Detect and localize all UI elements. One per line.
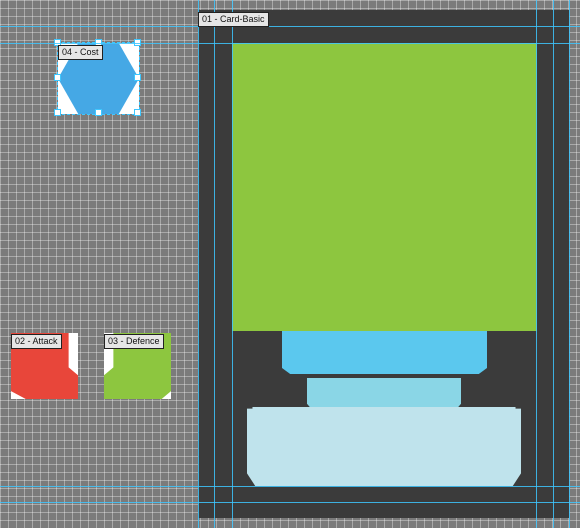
layer-label-cost[interactable]: 04 - Cost bbox=[58, 45, 103, 60]
resize-handle-top-right[interactable] bbox=[134, 39, 141, 46]
resize-handle-left[interactable] bbox=[54, 74, 61, 81]
card-type-bar[interactable] bbox=[307, 378, 461, 411]
layer-label-attack[interactable]: 02 - Attack bbox=[11, 334, 62, 349]
resize-handle-right[interactable] bbox=[134, 74, 141, 81]
attack-notch bbox=[69, 333, 78, 365]
card-name-bar[interactable] bbox=[282, 331, 487, 374]
layer-label-card-basic[interactable]: 01 - Card-Basic bbox=[198, 12, 269, 27]
guide-vertical[interactable] bbox=[569, 0, 570, 528]
card-art-area[interactable] bbox=[232, 43, 537, 331]
resize-handle-bottom-left[interactable] bbox=[54, 109, 61, 116]
resize-handle-bottom[interactable] bbox=[95, 109, 102, 116]
layer-label-defence[interactable]: 03 - Defence bbox=[104, 334, 164, 349]
card-text-box[interactable] bbox=[247, 407, 521, 486]
resize-handle-bottom-right[interactable] bbox=[134, 109, 141, 116]
